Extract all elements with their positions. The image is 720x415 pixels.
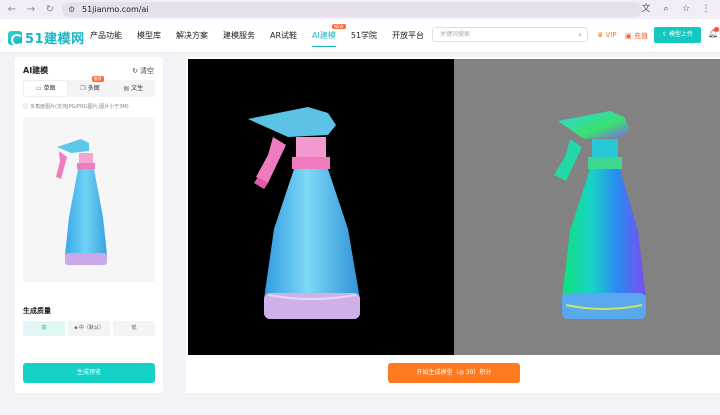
coin-icon: ◎ bbox=[458, 369, 464, 376]
recharge-icon: ▣ bbox=[625, 32, 632, 40]
quality-medium[interactable]: ◈中（默认） bbox=[68, 321, 110, 336]
search-input[interactable]: 关键词搜索 ⌕ bbox=[432, 27, 588, 42]
refresh-icon: ↻ bbox=[132, 67, 138, 75]
upload-hint: ⓘ 多角度图片(支持JPG/PNG图片,图片小于3M) bbox=[23, 103, 129, 110]
menu-icon[interactable]: ⋮ bbox=[700, 3, 712, 15]
recharge-link[interactable]: ▣ 充值 bbox=[625, 31, 648, 41]
generate-preview-button[interactable]: 生成预览 bbox=[23, 363, 155, 383]
site-info-icon[interactable]: ⚙ bbox=[68, 5, 77, 14]
search-icon[interactable]: ⌕ bbox=[578, 29, 582, 42]
vip-icon: ♛ bbox=[597, 31, 604, 39]
start-generate-label: 开始生成模型（ bbox=[416, 369, 459, 376]
recharge-label: 充值 bbox=[633, 32, 648, 40]
image-icon: ▭ bbox=[35, 85, 42, 92]
info-icon: ⓘ bbox=[23, 104, 29, 110]
nav-item-modeling-service[interactable]: 建模服务 bbox=[223, 19, 255, 53]
nav-item-academy[interactable]: 51学院 bbox=[351, 19, 377, 53]
result-area: 开始生成模型（◎ 30）积分 bbox=[186, 57, 720, 393]
spray-bottle-image bbox=[248, 107, 360, 319]
quality-label: 生成质量 bbox=[23, 307, 51, 315]
nav-item-ar-shoes[interactable]: AR试鞋 bbox=[270, 19, 297, 53]
browser-bar: ← → ↻ ⚙ 51jianmo.com/ai 文 ⌕ ☆ ⋮ bbox=[0, 0, 720, 19]
clear-button[interactable]: ↻ 清空 bbox=[132, 66, 154, 76]
nav-item-ai-modeling[interactable]: AI建模 NEW bbox=[312, 19, 346, 53]
normal-map-image bbox=[554, 111, 646, 319]
original-image-view bbox=[188, 59, 454, 355]
nav-item-ai-modeling-label: AI建模 bbox=[312, 31, 336, 40]
quality-low[interactable]: 低 bbox=[113, 321, 155, 336]
search-placeholder: 关键词搜索 bbox=[440, 31, 471, 38]
translate-icon[interactable]: 文 bbox=[640, 3, 652, 15]
nav-item-model-library[interactable]: 模型库 bbox=[137, 19, 161, 53]
bookmark-star-icon[interactable]: ☆ bbox=[680, 3, 692, 15]
recommend-badge: 推荐 bbox=[91, 76, 104, 82]
back-icon[interactable]: ← bbox=[5, 3, 19, 17]
quality-options: 高 ◈中（默认） 低 bbox=[23, 321, 155, 336]
site-logo[interactable]: 51建模网 bbox=[8, 28, 85, 47]
logo-text: 51建模网 bbox=[25, 32, 85, 47]
quality-high[interactable]: 高 bbox=[23, 321, 65, 336]
cost-suffix: ）积分 bbox=[473, 369, 492, 376]
clear-label: 清空 bbox=[140, 67, 154, 75]
nav-item-features[interactable]: 产品功能 bbox=[90, 19, 122, 53]
start-generate-model-button[interactable]: 开始生成模型（◎ 30）积分 bbox=[388, 363, 520, 383]
upload-icon: ⇪ bbox=[662, 31, 668, 38]
nav-item-open-platform[interactable]: 开放平台 bbox=[392, 19, 424, 53]
nav-item-solutions[interactable]: 解决方案 bbox=[176, 19, 208, 53]
model-upload-button[interactable]: ⇪ 模型上传 bbox=[654, 27, 701, 43]
uploaded-image-preview[interactable] bbox=[23, 117, 155, 282]
tab-text-to-3d[interactable]: ▤ 文生 bbox=[112, 80, 155, 97]
tab-multi-image[interactable]: ❐ 多图 推荐 bbox=[68, 76, 111, 97]
vip-label: VIP bbox=[605, 31, 617, 39]
text-icon: ▤ bbox=[123, 85, 130, 92]
address-bar[interactable]: ⚙ 51jianmo.com/ai bbox=[62, 2, 642, 17]
vip-link[interactable]: ♛ VIP bbox=[597, 31, 617, 39]
mode-tabs: ▭ 单图 ❐ 多图 推荐 ▤ 文生 bbox=[23, 76, 155, 97]
main-nav: 产品功能 模型库 解决方案 建模服务 AR试鞋 AI建模 NEW 51学院 开放… bbox=[90, 19, 439, 53]
model-upload-label: 模型上传 bbox=[668, 31, 693, 38]
ai-modeling-panel: AI建模 ↻ 清空 ▭ 单图 ❐ 多图 推荐 ▤ 文生 ⓘ 多角度图片(支持JPG/PNG… bbox=[15, 57, 163, 393]
tab-single-image[interactable]: ▭ 单图 bbox=[24, 81, 68, 96]
notification-dot bbox=[714, 27, 719, 32]
url-text: 51jianmo.com/ai bbox=[82, 5, 149, 14]
diamond-icon: ◈ bbox=[74, 325, 78, 331]
upload-hint-text: 多角度图片(支持JPG/PNG图片,图片小于3M) bbox=[30, 104, 129, 110]
zoom-icon[interactable]: ⌕ bbox=[660, 3, 672, 15]
tab-single-image-label: 单图 bbox=[43, 85, 56, 92]
logo-icon bbox=[8, 30, 23, 46]
quality-medium-label: 中（默认） bbox=[78, 325, 104, 331]
new-badge: NEW bbox=[332, 24, 346, 29]
reload-icon[interactable]: ↻ bbox=[43, 3, 57, 17]
multi-image-icon: ❐ bbox=[80, 85, 86, 92]
normal-map-view bbox=[454, 59, 720, 355]
panel-title: AI建模 bbox=[23, 66, 49, 75]
tab-text-to-3d-label: 文生 bbox=[131, 85, 144, 92]
forward-icon[interactable]: → bbox=[24, 3, 38, 17]
tab-multi-image-label: 多图 bbox=[87, 85, 100, 92]
spray-bottle-thumbnail bbox=[56, 139, 107, 265]
